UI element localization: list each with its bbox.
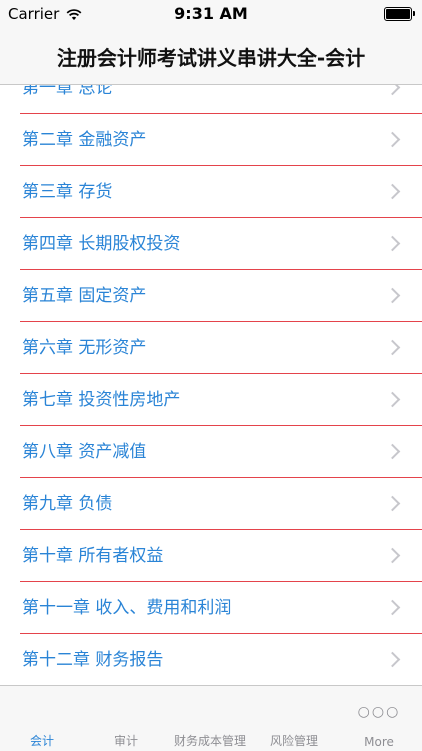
chevron-right-icon (384, 183, 401, 200)
tab-label: 财务成本管理 (173, 734, 246, 748)
list-item[interactable]: 第四章 长期股权投资 (20, 218, 422, 270)
tab-label: 会计 (29, 734, 54, 748)
tab-accounting[interactable]: 会计 (0, 686, 84, 751)
list-item[interactable]: 第三章 存货 (20, 166, 422, 218)
list-item-label: 第四章 长期股权投资 (22, 234, 181, 254)
list-item-label: 第十一章 收入、费用和利润 (22, 598, 232, 618)
list-item-label: 第七章 投资性房地产 (22, 390, 181, 410)
list-item[interactable]: 第六章 无形资产 (20, 322, 422, 374)
list-item-label: 第十章 所有者权益 (22, 546, 164, 566)
list-item[interactable]: 第七章 投资性房地产 (20, 374, 422, 426)
list-item-label: 第五章 固定资产 (22, 286, 147, 306)
tab-financial-cost-management[interactable]: 财务成本管理 (168, 686, 252, 751)
battery-icon (384, 7, 415, 21)
chevron-right-icon (384, 599, 401, 616)
navigation-bar: 注册会计师考试讲义串讲大全-会计 (0, 28, 422, 85)
list-item-label: 第八章 资产减值 (22, 442, 147, 462)
tab-risk-management[interactable]: 风险管理 (252, 686, 336, 751)
status-bar: Carrier 9:31 AM (0, 0, 422, 28)
list-item[interactable]: 第五章 固定资产 (20, 270, 422, 322)
more-dots-icon: ○○○ (357, 704, 401, 720)
list-item[interactable]: 第十章 所有者权益 (20, 530, 422, 582)
tab-more[interactable]: ○○○ More (336, 686, 422, 751)
chapter-list[interactable]: 第一章 总论 第二章 金融资产 第三章 存货 第四章 长期股权投资 第五章 固定… (0, 85, 422, 685)
list-item[interactable]: 第一章 总论 (20, 85, 422, 114)
tab-audit[interactable]: 审计 (84, 686, 168, 751)
chevron-right-icon (384, 131, 401, 148)
chevron-right-icon (384, 495, 401, 512)
list-item[interactable]: 第二章 金融资产 (20, 114, 422, 166)
chevron-right-icon (384, 339, 401, 356)
list-item[interactable]: 第九章 负债 (20, 478, 422, 530)
tab-label: 风险管理 (269, 734, 318, 748)
chevron-right-icon (384, 287, 401, 304)
chevron-right-icon (384, 443, 401, 460)
list-item-label: 第十二章 财务报告 (22, 650, 164, 670)
chevron-right-icon (384, 85, 401, 96)
tab-label: More (364, 735, 394, 749)
list-item[interactable]: 第十二章 财务报告 (20, 634, 422, 685)
list-item-label: 第一章 总论 (22, 85, 113, 98)
status-time: 9:31 AM (174, 4, 248, 23)
list-item-label: 第三章 存货 (22, 182, 113, 202)
chevron-right-icon (384, 651, 401, 668)
chevron-right-icon (384, 391, 401, 408)
list-item[interactable]: 第十一章 收入、费用和利润 (20, 582, 422, 634)
list-item-label: 第二章 金融资产 (22, 130, 147, 150)
tab-bar: 会计 审计 财务成本管理 风险管理 ○○○ More (0, 685, 422, 751)
chevron-right-icon (384, 547, 401, 564)
list-item-label: 第九章 负债 (22, 494, 113, 514)
chevron-right-icon (384, 235, 401, 252)
page-title: 注册会计师考试讲义串讲大全-会计 (56, 45, 366, 70)
tab-label: 审计 (113, 734, 138, 748)
list-item-label: 第六章 无形资产 (22, 338, 147, 358)
list-item[interactable]: 第八章 资产减值 (20, 426, 422, 478)
